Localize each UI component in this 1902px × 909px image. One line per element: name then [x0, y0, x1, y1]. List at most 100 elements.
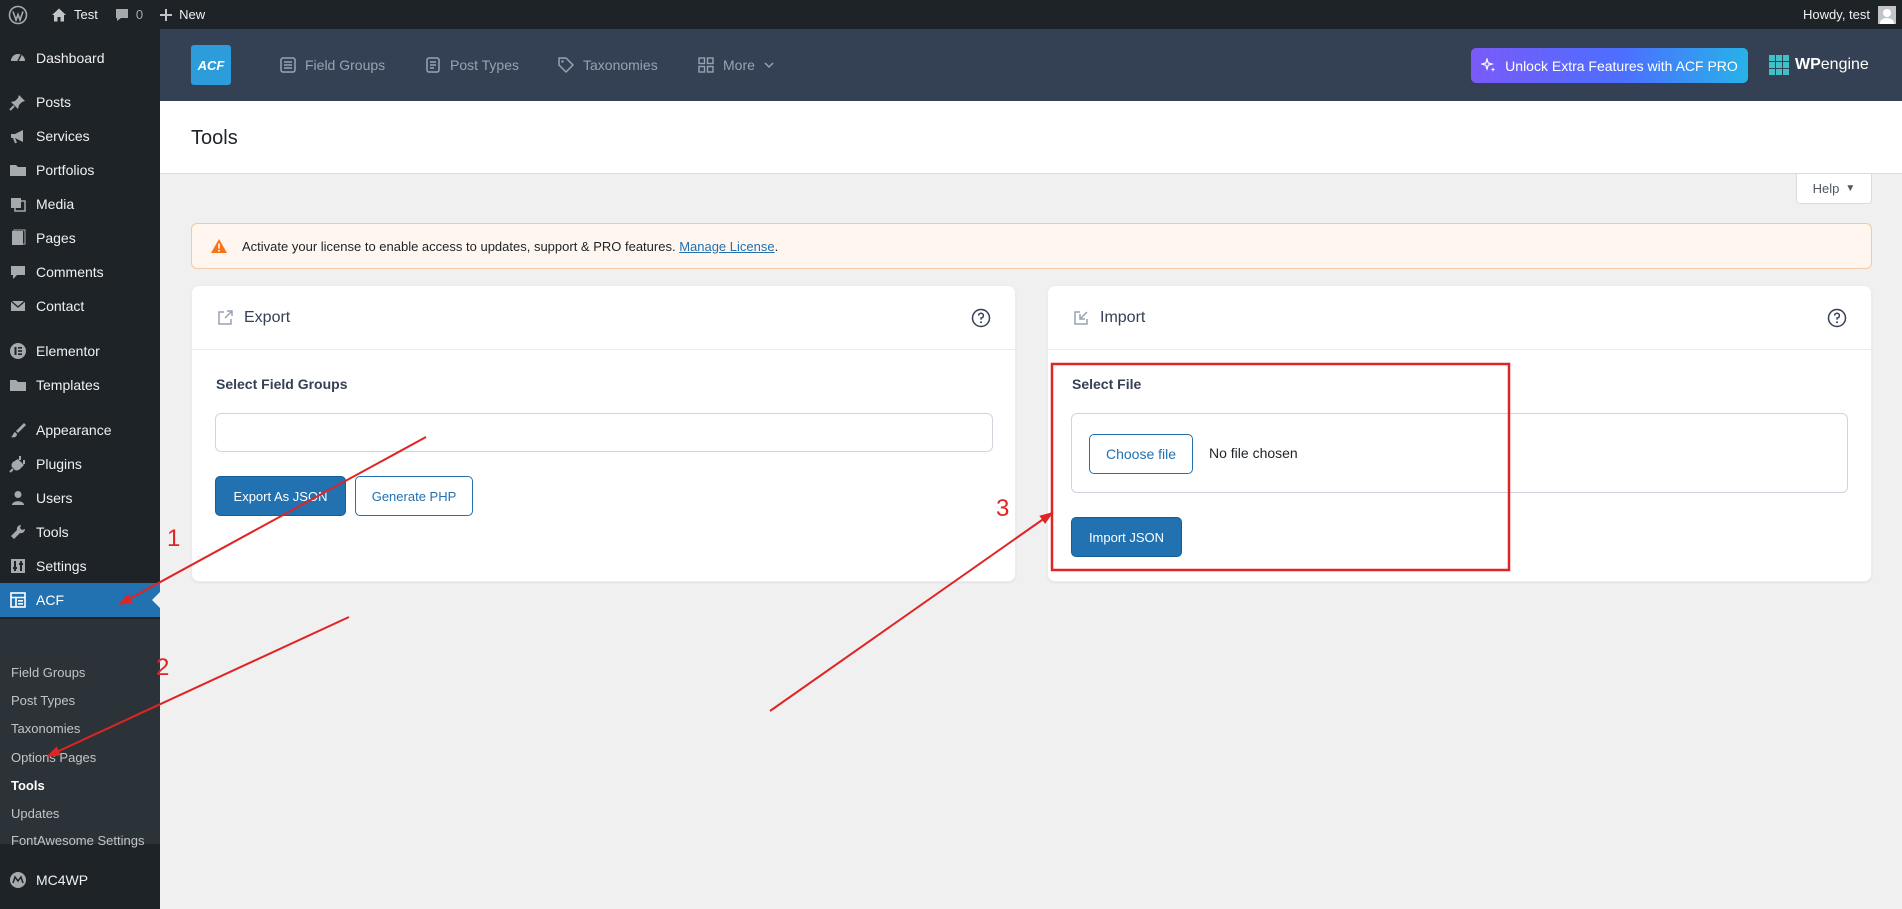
menu-label: Media: [36, 196, 75, 212]
megaphone-icon: [0, 127, 36, 145]
submenu-tools[interactable]: Tools: [11, 777, 151, 795]
submenu-fontawesome-settings[interactable]: FontAwesome Settings: [11, 832, 151, 850]
menu-contact[interactable]: Contact: [0, 289, 160, 323]
acf-logo[interactable]: ACF: [191, 45, 231, 85]
import-title: Import: [1100, 308, 1146, 326]
field-groups-select[interactable]: [215, 413, 993, 452]
menu-tools[interactable]: Tools: [0, 515, 160, 549]
menu-mc4wp[interactable]: MC4WP: [0, 863, 160, 897]
wordpress-icon: [8, 5, 28, 24]
submenu-updates[interactable]: Updates: [11, 805, 151, 823]
menu-label: Pages: [36, 230, 76, 246]
folder-icon: [0, 376, 36, 394]
export-title: Export: [244, 308, 291, 326]
menu-elementor[interactable]: Elementor: [0, 334, 160, 368]
wpengine-mark-icon: [1769, 55, 1789, 75]
import-json-button[interactable]: Import JSON: [1071, 517, 1182, 557]
menu-appearance[interactable]: Appearance: [0, 413, 160, 447]
nav-taxonomies[interactable]: Taxonomies: [557, 53, 658, 77]
wordpress-logo-button[interactable]: [0, 0, 42, 29]
wpengine-logo[interactable]: WP engine: [1769, 54, 1869, 76]
mc4wp-icon: [0, 871, 36, 889]
pin-icon: [0, 93, 36, 111]
menu-label: Contact: [36, 298, 85, 314]
new-label: New: [179, 7, 206, 22]
select-file-label: Select File: [1072, 376, 1142, 392]
menu-acf[interactable]: ACF: [0, 583, 160, 617]
menu-plugins[interactable]: Plugins: [0, 447, 160, 481]
my-account-link[interactable]: Howdy, test: [1795, 0, 1902, 29]
nav-post-types[interactable]: Post Types: [424, 53, 519, 77]
choose-file-button[interactable]: Choose file: [1089, 434, 1193, 474]
annotation-label-1: 1: [167, 525, 181, 552]
nav-label: More: [723, 57, 755, 73]
comment-icon: [0, 263, 36, 281]
media-icon: [0, 195, 36, 213]
chevron-down-icon: [764, 62, 774, 69]
menu-portfolios[interactable]: Portfolios: [0, 153, 160, 187]
import-panel: Import Select File Choose file No file c…: [1047, 285, 1872, 582]
submenu-field-groups[interactable]: Field Groups: [11, 664, 151, 682]
menu-label: Templates: [36, 377, 100, 393]
comment-bubble-icon: [115, 8, 128, 21]
menu-services[interactable]: Services: [0, 119, 160, 153]
generate-php-button[interactable]: Generate PHP: [355, 476, 473, 516]
avatar: [1878, 5, 1896, 24]
mail-icon: [0, 297, 36, 315]
no-file-chosen-text: No file chosen: [1209, 445, 1298, 461]
menu-label: Tools: [36, 524, 69, 540]
comments-link[interactable]: 0: [106, 0, 151, 29]
menu-media[interactable]: Media: [0, 187, 160, 221]
notice-suffix: .: [774, 238, 779, 254]
wpengine-wp-text: WP: [1795, 56, 1821, 73]
help-circle-icon[interactable]: [971, 308, 991, 328]
annotation-label-3: 3: [996, 495, 1010, 522]
elementor-icon: [0, 342, 36, 360]
tag-icon: [558, 57, 574, 73]
menu-label: Comments: [36, 264, 104, 280]
acf-icon: [0, 591, 36, 609]
menu-posts[interactable]: Posts: [0, 85, 160, 119]
nav-label: Field Groups: [305, 57, 386, 73]
settings-icon: [0, 557, 36, 575]
page-icon: [0, 229, 36, 247]
submenu-options-pages[interactable]: Options Pages: [11, 749, 151, 767]
help-circle-icon[interactable]: [1827, 308, 1847, 328]
admin-sidebar: Dashboard Posts Services Portfolios Medi…: [0, 29, 160, 909]
manage-license-link[interactable]: Manage License: [679, 239, 774, 254]
export-panel-header: Export: [192, 286, 1015, 350]
document-icon: [426, 57, 440, 73]
import-panel-header: Import: [1048, 286, 1871, 350]
menu-comments[interactable]: Comments: [0, 255, 160, 289]
wrench-icon: [0, 523, 36, 541]
menu-pages[interactable]: Pages: [0, 221, 160, 255]
help-button[interactable]: Help ▼: [1796, 174, 1872, 204]
submenu-taxonomies[interactable]: Taxonomies: [11, 720, 151, 738]
menu-label: Portfolios: [36, 162, 95, 178]
warning-icon: [210, 238, 228, 254]
export-json-button[interactable]: Export As JSON: [215, 476, 346, 516]
annotation-label-2: 2: [156, 654, 170, 681]
list-icon: [280, 57, 296, 73]
menu-label: Users: [36, 490, 73, 506]
notice-message: Activate your license to enable access t…: [242, 238, 680, 254]
new-content-link[interactable]: New: [151, 0, 213, 29]
menu-dashboard[interactable]: Dashboard: [0, 41, 160, 75]
nav-field-groups[interactable]: Field Groups: [279, 53, 385, 77]
menu-label: Dashboard: [36, 50, 105, 66]
plus-icon: [160, 8, 173, 21]
menu-label: Services: [36, 128, 90, 144]
unlock-acf-pro-button[interactable]: Unlock Extra Features with ACF PRO: [1471, 48, 1748, 83]
menu-label: Posts: [36, 94, 72, 110]
menu-settings[interactable]: Settings: [0, 549, 160, 583]
acf-header: ACF Field Groups Post Types Taxonomies M…: [160, 29, 1902, 101]
nav-more[interactable]: More: [697, 53, 783, 77]
menu-templates[interactable]: Templates: [0, 368, 160, 402]
wpengine-engine-text: engine: [1820, 56, 1869, 73]
site-name: Test: [74, 7, 98, 22]
help-label: Help: [1812, 181, 1840, 196]
menu-users[interactable]: Users: [0, 481, 160, 515]
submenu-post-types[interactable]: Post Types: [11, 692, 151, 710]
site-name-link[interactable]: Test: [42, 0, 106, 29]
nav-label: Post Types: [450, 57, 520, 73]
